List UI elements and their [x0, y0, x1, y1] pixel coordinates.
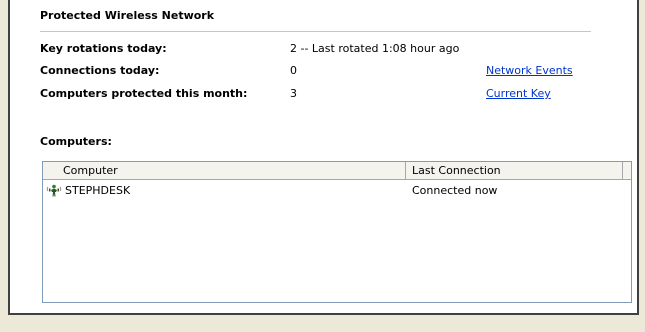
key-rotations-value: 2 -- Last rotated 1:08 hour ago	[290, 42, 460, 55]
wireless-network-panel: Protected Wireless Network Key rotations…	[8, 0, 639, 315]
key-rotations-label: Key rotations today:	[40, 42, 167, 55]
computers-section-title: Computers:	[40, 135, 112, 148]
list-item[interactable]: STEPHDESK Connected now	[43, 182, 631, 199]
column-header-computer[interactable]: Computer	[43, 162, 406, 179]
computers-protected-label: Computers protected this month:	[40, 87, 248, 100]
computers-protected-value: 3	[290, 87, 297, 100]
list-header: Computer Last Connection	[43, 162, 631, 180]
wireless-computer-icon	[46, 184, 62, 197]
column-header-last-connection[interactable]: Last Connection	[406, 162, 623, 179]
section-title: Protected Wireless Network	[40, 9, 215, 22]
title-divider	[40, 31, 591, 32]
connections-today-label: Connections today:	[40, 64, 160, 77]
computers-list[interactable]: Computer Last Connection STEPHDESK Conne…	[42, 161, 632, 303]
computer-name: STEPHDESK	[65, 184, 131, 197]
last-connection: Connected now	[412, 184, 498, 197]
network-events-link[interactable]: Network Events	[486, 64, 573, 77]
current-key-link[interactable]: Current Key	[486, 87, 551, 100]
connections-today-value: 0	[290, 64, 297, 77]
